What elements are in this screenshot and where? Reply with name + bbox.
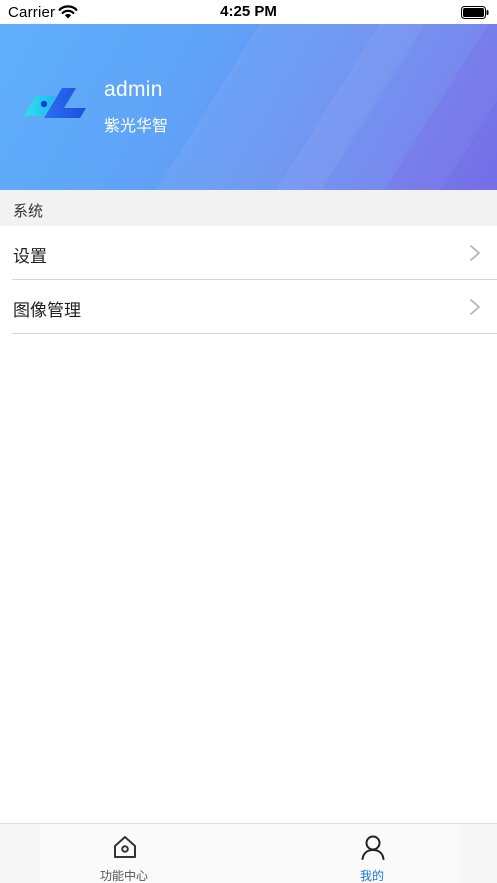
profile-username: admin (104, 78, 163, 101)
tab-function-center[interactable]: 功能中心 (59, 824, 189, 883)
company-logo-icon (24, 88, 86, 118)
divider (12, 333, 497, 334)
menu-item-image-management[interactable]: 图像管理 (0, 280, 497, 334)
chevron-right-icon (470, 245, 480, 261)
battery-icon (461, 6, 489, 19)
status-time: 4:25 PM (220, 3, 277, 20)
menu-item-settings[interactable]: 设置 (0, 226, 497, 280)
profile-organization: 紫光华智 (104, 118, 169, 135)
section-header-system: 系统 (0, 190, 497, 226)
tab-label: 功能中心 (99, 869, 148, 883)
section-title: 系统 (13, 203, 44, 220)
tab-mine[interactable]: 我的 (307, 824, 437, 883)
menu-item-label: 设置 (13, 247, 47, 266)
tab-bar: 功能中心 我的 (0, 823, 497, 883)
menu-item-label: 图像管理 (13, 301, 81, 320)
screen: Carrier 4:25 PM admin 紫光华智 系统 设置 图像管理 功能… (0, 0, 497, 883)
home-icon (114, 836, 136, 858)
chevron-right-icon (470, 299, 480, 315)
status-bar: Carrier 4:25 PM (0, 0, 497, 24)
user-icon (361, 835, 385, 860)
profile-header: admin 紫光华智 (0, 24, 497, 190)
tab-label: 我的 (359, 869, 384, 883)
